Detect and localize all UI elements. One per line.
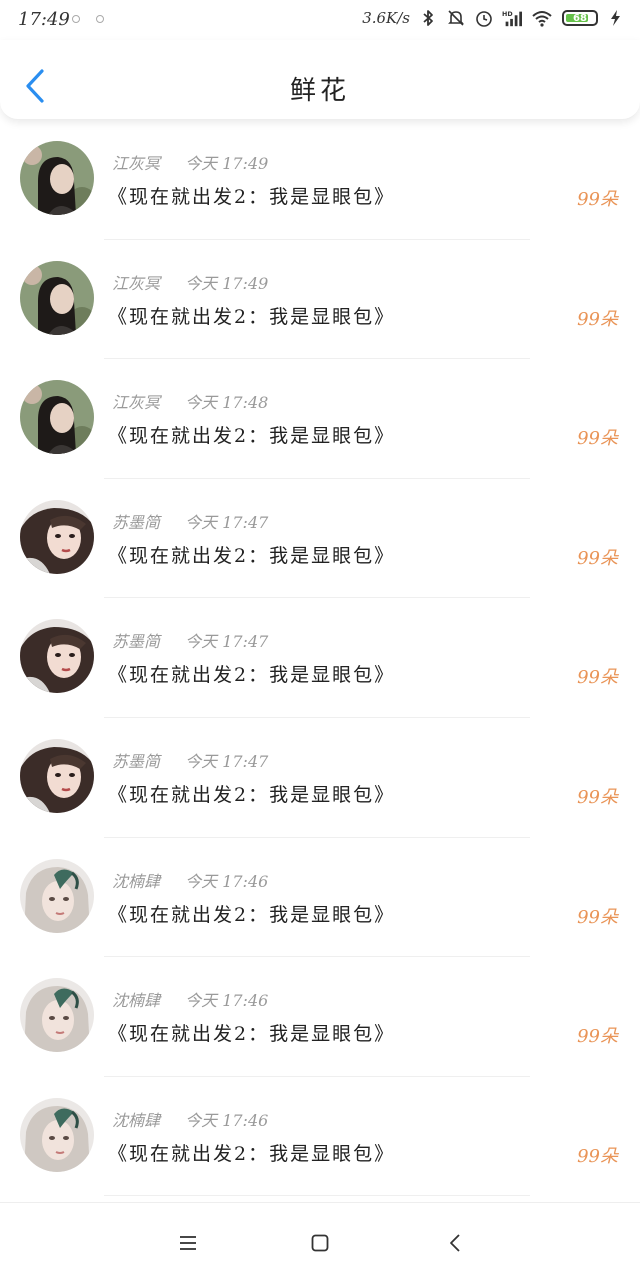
list-item[interactable]: 沈楠肆 今天 17:46 《现在就出发2：我是显眼包》 99朵 bbox=[0, 838, 640, 958]
item-meta: 江灰冥 今天 17:49 bbox=[112, 270, 268, 294]
sent-time: 今天 17:47 bbox=[185, 512, 269, 532]
item-meta: 沈楠肆 今天 17:46 bbox=[112, 987, 268, 1011]
flower-count: 99朵 bbox=[577, 547, 618, 569]
menu-icon bbox=[180, 1236, 196, 1250]
sent-time: 今天 17:49 bbox=[185, 273, 269, 293]
page-title: 鲜花 bbox=[289, 76, 350, 106]
item-message: 《现在就出发2：我是显眼包》 bbox=[108, 1142, 396, 1165]
item-message: 《现在就出发2：我是显眼包》 bbox=[108, 1023, 396, 1046]
battery-percent: 68 bbox=[573, 12, 587, 24]
flower-count: 99朵 bbox=[577, 1026, 618, 1048]
avatar[interactable] bbox=[20, 619, 94, 694]
flower-count: 99朵 bbox=[577, 189, 618, 210]
item-message: 《现在就出发2：我是显眼包》 bbox=[108, 903, 396, 926]
list-item[interactable]: 苏墨简 今天 17:47 《现在就出发2：我是显眼包》 99朵 bbox=[0, 479, 640, 599]
status-indicators: 3.6K/s HD 68 bbox=[362, 8, 626, 28]
item-message: 《现在就出发2：我是显眼包》 bbox=[108, 186, 396, 208]
avatar[interactable] bbox=[20, 858, 94, 933]
sent-time: 今天 17:48 bbox=[185, 393, 269, 413]
list-item[interactable]: 苏墨简 今天 17:47 《现在就出发2：我是显眼包》 99朵 bbox=[0, 598, 640, 718]
bluetooth-icon bbox=[423, 10, 433, 26]
item-message: 《现在就出发2：我是显眼包》 bbox=[108, 425, 396, 448]
flower-gift-list: 江灰冥 今天 17:49 《现在就出发2：我是显眼包》 99朵 江灰冥 今天 1… bbox=[0, 120, 640, 1197]
divider bbox=[104, 1195, 530, 1197]
flower-count: 99朵 bbox=[577, 428, 618, 450]
sent-time: 今天 17:46 bbox=[185, 1110, 269, 1130]
wifi-icon bbox=[532, 11, 552, 27]
avatar[interactable] bbox=[20, 738, 94, 813]
home-button[interactable] bbox=[302, 1225, 338, 1261]
item-meta: 江灰冥 今天 17:48 bbox=[112, 389, 268, 413]
avatar[interactable] bbox=[20, 380, 94, 455]
system-nav-bar bbox=[0, 1202, 640, 1280]
flower-count: 99朵 bbox=[577, 906, 618, 928]
sent-time: 今天 17:46 bbox=[185, 991, 269, 1011]
sender-name: 江灰冥 bbox=[112, 393, 161, 413]
notification-dots bbox=[72, 15, 104, 23]
network-speed: 3.6K/s bbox=[362, 9, 410, 27]
svg-text:HD: HD bbox=[502, 11, 513, 18]
sender-name: 沈楠肆 bbox=[112, 991, 161, 1011]
flower-count: 99朵 bbox=[577, 667, 618, 689]
list-item[interactable]: 苏墨简 今天 17:47 《现在就出发2：我是显眼包》 99朵 bbox=[0, 718, 640, 838]
sender-name: 江灰冥 bbox=[112, 154, 161, 173]
item-meta: 江灰冥 今天 17:49 bbox=[112, 150, 268, 174]
flower-count: 99朵 bbox=[577, 1145, 618, 1167]
notification-icon bbox=[96, 15, 104, 23]
sent-time: 今天 17:49 bbox=[185, 154, 269, 173]
item-message: 《现在就出发2：我是显眼包》 bbox=[108, 305, 396, 328]
status-time: 17:49 bbox=[18, 9, 70, 30]
charging-icon bbox=[611, 10, 620, 26]
flower-count: 99朵 bbox=[577, 786, 618, 808]
item-message: 《现在就出发2：我是显眼包》 bbox=[108, 664, 396, 687]
sender-name: 沈楠肆 bbox=[112, 871, 161, 891]
back-triangle-icon bbox=[450, 1234, 460, 1252]
list-item[interactable]: 沈楠肆 今天 17:46 《现在就出发2：我是显眼包》 99朵 bbox=[0, 1077, 640, 1197]
list-item[interactable]: 江灰冥 今天 17:49 《现在就出发2：我是显眼包》 99朵 bbox=[0, 120, 640, 240]
sender-name: 苏墨简 bbox=[112, 751, 161, 771]
item-meta: 苏墨简 今天 17:47 bbox=[112, 509, 268, 533]
battery-icon: 68 bbox=[562, 10, 598, 26]
menu-button[interactable] bbox=[170, 1225, 206, 1261]
avatar[interactable] bbox=[20, 260, 94, 335]
list-item[interactable]: 沈楠肆 今天 17:46 《现在就出发2：我是显眼包》 99朵 bbox=[0, 957, 640, 1077]
item-meta: 苏墨简 今天 17:47 bbox=[112, 628, 268, 652]
sender-name: 江灰冥 bbox=[112, 273, 161, 293]
item-meta: 沈楠肆 今天 17:46 bbox=[112, 868, 268, 892]
item-message: 《现在就出发2：我是显眼包》 bbox=[108, 544, 396, 567]
item-message: 《现在就出发2：我是显眼包》 bbox=[108, 783, 396, 806]
avatar[interactable] bbox=[20, 978, 94, 1053]
item-meta: 沈楠肆 今天 17:46 bbox=[112, 1107, 268, 1131]
avatar[interactable] bbox=[20, 499, 94, 574]
list-item[interactable]: 江灰冥 今天 17:49 《现在就出发2：我是显眼包》 99朵 bbox=[0, 240, 640, 360]
notification-icon bbox=[72, 15, 80, 23]
home-square-icon bbox=[311, 1234, 329, 1252]
signal-icon: HD bbox=[502, 11, 522, 27]
item-meta: 苏墨简 今天 17:47 bbox=[112, 748, 268, 772]
sent-time: 今天 17:47 bbox=[185, 751, 269, 771]
list-item[interactable]: 江灰冥 今天 17:48 《现在就出发2：我是显眼包》 99朵 bbox=[0, 359, 640, 479]
avatar[interactable] bbox=[20, 1097, 94, 1172]
nav-back-button[interactable] bbox=[437, 1225, 473, 1261]
flower-count: 99朵 bbox=[577, 308, 618, 330]
avatar[interactable] bbox=[20, 141, 94, 215]
sender-name: 苏墨简 bbox=[112, 512, 161, 532]
sender-name: 苏墨简 bbox=[112, 632, 161, 652]
sent-time: 今天 17:47 bbox=[185, 632, 269, 652]
status-bar: 17:49 3.6K/s HD 68 bbox=[0, 0, 640, 40]
header-bar: 鲜花 bbox=[0, 40, 640, 120]
alarm-icon bbox=[476, 11, 492, 27]
sent-time: 今天 17:46 bbox=[185, 871, 269, 891]
sender-name: 沈楠肆 bbox=[112, 1110, 161, 1130]
mute-icon bbox=[448, 10, 464, 26]
